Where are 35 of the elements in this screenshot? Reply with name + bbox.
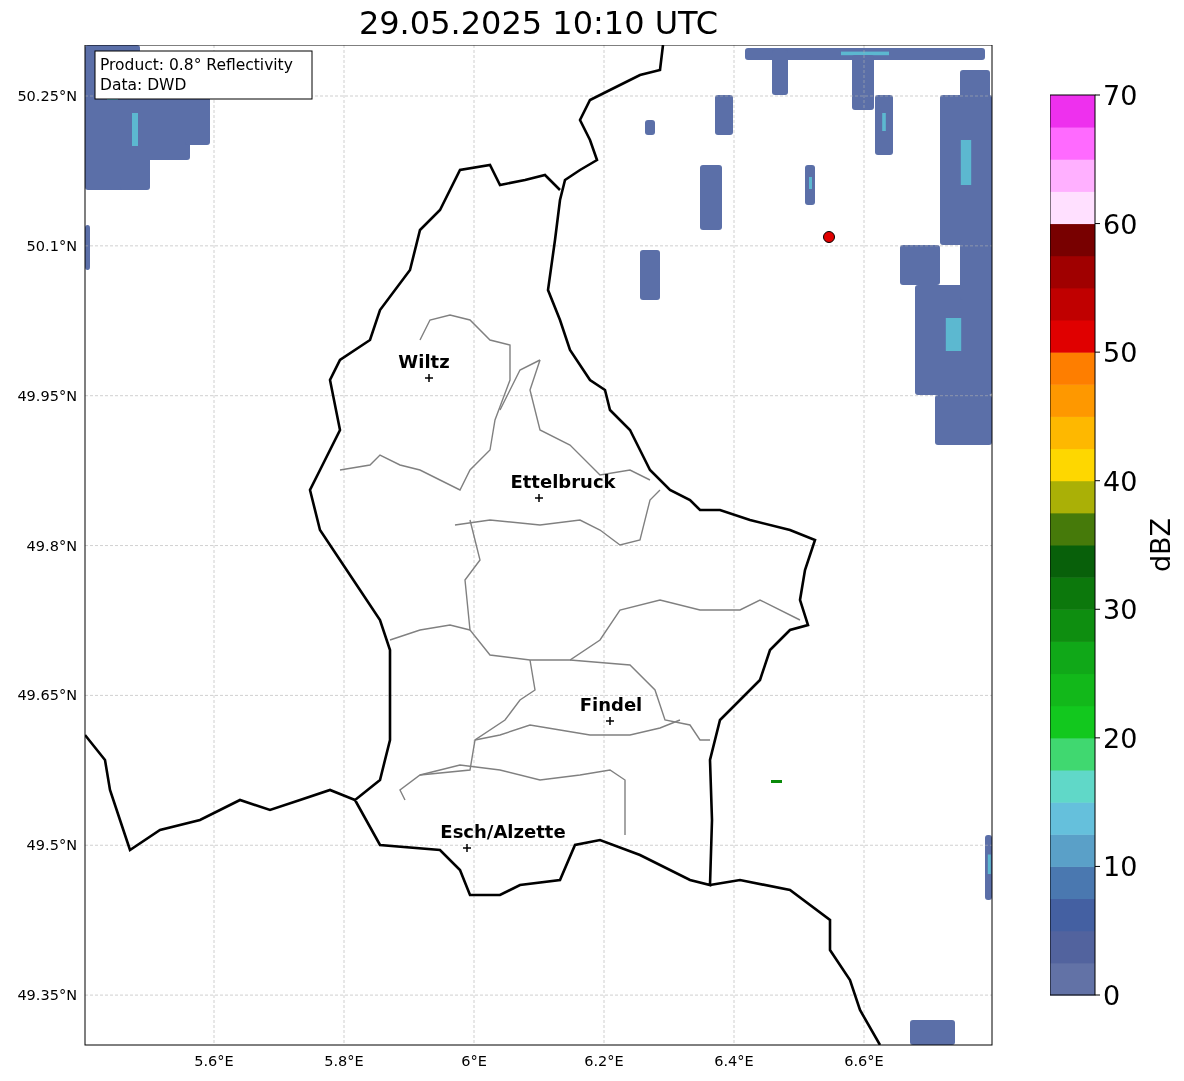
longitude-label: 6.2°E: [584, 1053, 624, 1069]
colorbar-tick-label: 60: [1103, 208, 1138, 240]
chart-title: 29.05.2025 10:10 UTC: [357, 2, 720, 44]
latitude-label: 50.25°N: [17, 88, 77, 104]
city-label: Wiltz: [398, 351, 450, 372]
longitude-label: 6.6°E: [844, 1053, 884, 1069]
longitude-label: 6.4°E: [714, 1053, 754, 1069]
latitude-label: 50.1°N: [26, 237, 77, 254]
colorbar-tick-label: 30: [1103, 594, 1138, 626]
colorbar-tick-label: 70: [1103, 80, 1138, 111]
longitude-label: 5.8°E: [324, 1053, 364, 1069]
latitude-label: 49.95°N: [17, 387, 77, 404]
city-marker-icon: [534, 493, 544, 503]
latitude-label: 49.65°N: [17, 687, 77, 704]
colorbar-tick-label: 0: [1103, 980, 1121, 1011]
colorbar-tick-label: 20: [1103, 722, 1138, 754]
city-label: Esch/Alzette: [440, 821, 566, 842]
longitude-label: 5.6°E: [194, 1053, 234, 1069]
city-label: Findel: [579, 694, 643, 715]
info-text: Data: DWD: [100, 76, 187, 94]
latitude-label: 49.5°N: [26, 837, 77, 854]
echo-mark: [771, 780, 782, 783]
colorbar-tick-label: 10: [1103, 851, 1138, 883]
colorbar-axis-label: dBZ: [1145, 517, 1176, 573]
city-label: Ettelbruck: [510, 471, 616, 492]
city-marker-icon: [462, 843, 472, 853]
colorbar-tick-label: 50: [1103, 337, 1138, 369]
longitude-label: 6°E: [461, 1053, 487, 1069]
city-marker-icon: [424, 373, 434, 383]
city-marker-icon: [605, 716, 615, 726]
radar-site-marker: [823, 231, 835, 243]
colorbar-tick-label: 40: [1103, 465, 1138, 497]
latitude-label: 49.8°N: [26, 537, 77, 554]
info-text: Product: 0.8° Reflectivity: [100, 56, 293, 74]
latitude-label: 49.35°N: [17, 987, 77, 1004]
